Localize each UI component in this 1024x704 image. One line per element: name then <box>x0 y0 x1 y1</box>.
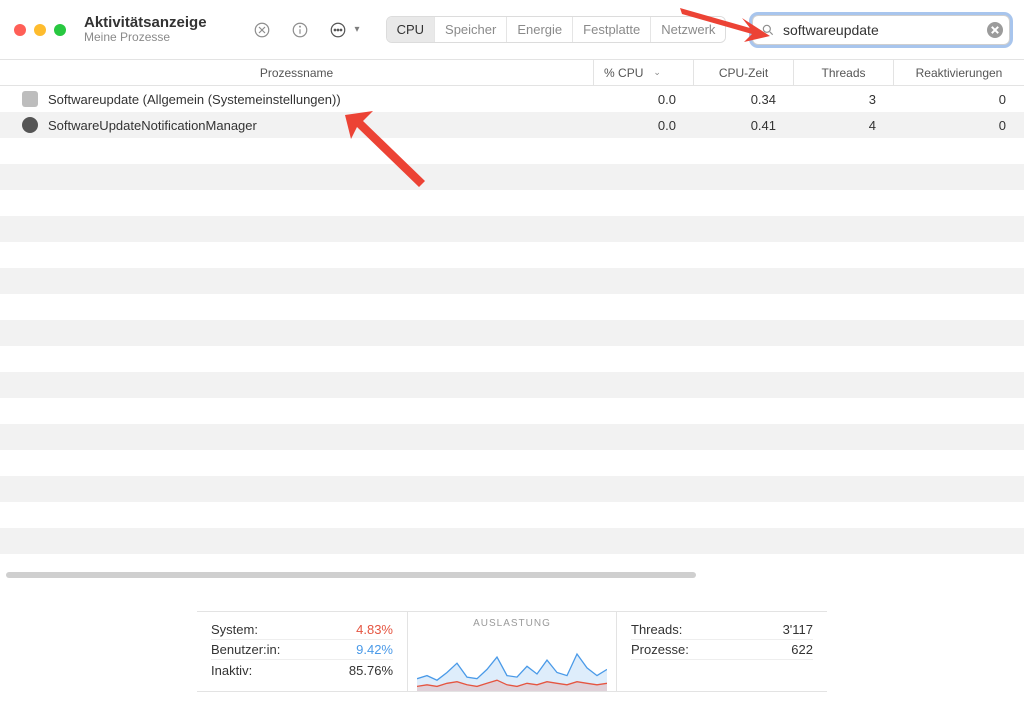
close-window-button[interactable] <box>14 24 26 36</box>
table-row <box>0 502 1024 528</box>
table-row <box>0 346 1024 372</box>
minimize-window-button[interactable] <box>34 24 46 36</box>
search-icon <box>761 23 775 37</box>
cell-react: 0 <box>894 118 1024 133</box>
search-field[interactable] <box>752 15 1010 45</box>
zoom-window-button[interactable] <box>54 24 66 36</box>
table-row <box>0 138 1024 164</box>
clear-search-button[interactable] <box>987 22 1003 38</box>
table-row <box>0 424 1024 450</box>
table-row <box>0 398 1024 424</box>
process-icon <box>22 117 38 133</box>
cpu-load-chart: AUSLASTUNG <box>407 612 617 691</box>
stop-process-button[interactable] <box>249 17 275 43</box>
info-button[interactable] <box>287 17 313 43</box>
table-row <box>0 164 1024 190</box>
process-name: Softwareupdate (Allgemein (Systemeinstel… <box>48 92 341 107</box>
table-row <box>0 450 1024 476</box>
sparkline-chart <box>417 631 607 691</box>
chart-title: AUSLASTUNG <box>473 618 551 629</box>
window-title: Aktivitätsanzeige <box>84 14 207 31</box>
toolbar: Aktivitätsanzeige Meine Prozesse ▾ CPU S… <box>0 0 1024 60</box>
tab-cpu[interactable]: CPU <box>387 17 435 42</box>
stat-value: 622 <box>791 642 813 657</box>
tab-segmented-control: CPU Speicher Energie Festplatte Netzwerk <box>386 16 727 43</box>
cell-cpu: 0.0 <box>594 118 694 133</box>
col-cpu[interactable]: % CPU⌄ <box>594 60 694 85</box>
search-input[interactable] <box>781 21 981 39</box>
cpu-usage-breakdown: System: 4.83% Benutzer:in: 9.42% Inaktiv: 8… <box>197 612 407 691</box>
cell-cpu: 0.0 <box>594 92 694 107</box>
sort-indicator-icon: ⌄ <box>653 67 661 78</box>
stat-value: 9.42% <box>356 642 393 657</box>
stat-label: Benutzer:in: <box>211 642 280 657</box>
title-block: Aktivitätsanzeige Meine Prozesse <box>84 14 207 45</box>
tab-energy[interactable]: Energie <box>507 17 573 42</box>
window-subtitle: Meine Prozesse <box>84 31 207 45</box>
process-name: SoftwareUpdateNotificationManager <box>48 118 257 133</box>
column-headers: Prozessname % CPU⌄ CPU-Zeit Threads Reak… <box>0 60 1024 86</box>
table-row <box>0 554 1024 572</box>
table-row <box>0 216 1024 242</box>
chevron-down-icon: ▾ <box>355 24 360 35</box>
cell-threads: 4 <box>794 118 894 133</box>
table-row <box>0 268 1024 294</box>
table-row <box>0 372 1024 398</box>
window-controls <box>14 24 66 36</box>
table-row <box>0 294 1024 320</box>
table-row[interactable]: SoftwareUpdateNotificationManager 0.00.41… <box>0 112 1024 138</box>
col-threads[interactable]: Threads <box>794 60 894 85</box>
tab-disk[interactable]: Festplatte <box>573 17 651 42</box>
cell-time: 0.41 <box>694 118 794 133</box>
more-options-button[interactable] <box>325 17 351 43</box>
process-icon <box>22 91 38 107</box>
close-icon <box>991 26 999 34</box>
stat-label: Threads: <box>631 622 682 637</box>
col-process-name[interactable]: Prozessname <box>0 60 594 85</box>
cell-time: 0.34 <box>694 92 794 107</box>
col-cpu-time[interactable]: CPU-Zeit <box>694 60 794 85</box>
cell-react: 0 <box>894 92 1024 107</box>
table-row <box>0 242 1024 268</box>
table-row <box>0 190 1024 216</box>
table-row <box>0 476 1024 502</box>
tab-network[interactable]: Netzwerk <box>651 17 725 42</box>
stat-label: System: <box>211 622 258 637</box>
process-counts: Threads: 3'117 Prozesse: 622 <box>617 612 827 691</box>
footer-stats: System: 4.83% Benutzer:in: 9.42% Inaktiv: 8… <box>197 611 827 692</box>
horizontal-scrollbar[interactable] <box>0 572 1024 578</box>
tab-memory[interactable]: Speicher <box>435 17 507 42</box>
process-table: Softwareupdate (Allgemein (Systemeinstel… <box>0 86 1024 572</box>
cell-threads: 3 <box>794 92 894 107</box>
table-row[interactable]: Softwareupdate (Allgemein (Systemeinstel… <box>0 86 1024 112</box>
stat-label: Inaktiv: <box>211 663 252 678</box>
table-row <box>0 320 1024 346</box>
col-reactivations[interactable]: Reaktivierungen <box>894 60 1024 85</box>
stat-value: 3'117 <box>783 622 813 637</box>
stat-label: Prozesse: <box>631 642 689 657</box>
stat-value: 85.76% <box>349 663 393 678</box>
table-row <box>0 528 1024 554</box>
stat-value: 4.83% <box>356 622 393 637</box>
